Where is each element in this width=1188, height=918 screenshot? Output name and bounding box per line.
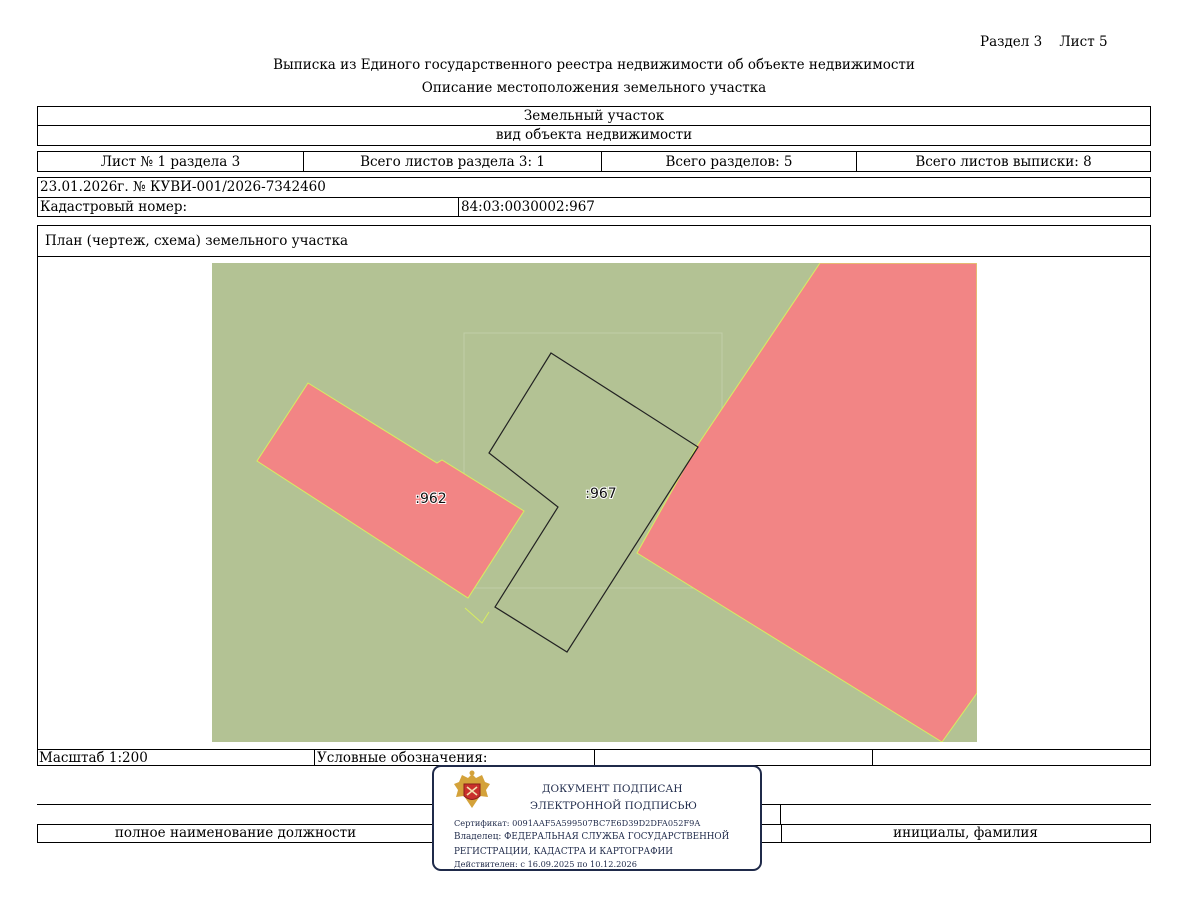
legend-symbols-label: Условные обозначения: [317,750,488,766]
stamp-valid: Действителен: с 16.09.2025 по 10.12.2026 [454,859,637,869]
stamp-line-2: ЭЛЕКТРОННОЙ ПОДПИСЬЮ [530,800,697,812]
signature-line-left [37,804,432,805]
record-divider [38,197,1150,198]
sheets-in-section: Всего листов раздела 3: 1 [304,152,602,171]
electronic-signature-stamp: ДОКУМЕНТ ПОДПИСАН ЭЛЕКТРОННОЙ ПОДПИСЬЮ С… [432,765,762,871]
legend-divider-2 [594,749,595,765]
object-type-divider [38,125,1150,126]
legend-divider-3 [872,749,873,765]
vertical-line-right [780,804,781,824]
object-type-box: Земельный участок вид объекта недвижимос… [37,106,1151,146]
sheet-number: Лист № 1 раздела 3 [38,152,304,171]
stamp-owner-1: Владелец: ФЕДЕРАЛЬНАЯ СЛУЖБА ГОСУДАРСТВЕ… [454,832,730,842]
document-subtitle: Описание местоположения земельного участ… [421,80,767,96]
cadastral-map: :962 :967 [212,263,977,742]
plan-title-divider [38,256,1150,257]
object-type: Земельный участок [523,108,665,124]
legend-divider-1 [314,749,315,765]
name-caption: инициалы, фамилия [893,825,1038,841]
cadastral-number: 84:03:0030002:967 [461,199,595,215]
sheet-info-row: Лист № 1 раздела 3 Всего листов раздела … [37,151,1151,172]
stamp-line-1: ДОКУМЕНТ ПОДПИСАН [542,783,683,795]
emblem-icon [454,770,490,808]
label-967: :967 [585,486,616,502]
position-caption: полное наименование должности [114,825,357,841]
record-box: 23.01.2026г. № КУВИ-001/2026-7342460 Кад… [37,177,1151,217]
scale-label: Масштаб 1:200 [39,750,148,766]
sections-total: Всего разделов: 5 [602,152,857,171]
stamp-owner-2: РЕГИСТРАЦИИ, КАДАСТРА И КАРТОГРАФИИ [454,847,673,857]
cadastral-divider [458,197,459,216]
document-title: Выписка из Единого государственного реес… [273,57,915,73]
sheets-total: Всего листов выписки: 8 [915,153,1092,170]
signature-line-right [762,804,1151,805]
stamp-certificate: Сертификат: 0091AAF5A599507BC7E6D39D2DFA… [454,818,701,828]
object-type-caption: вид объекта недвижимости [495,127,693,143]
cadastral-label: Кадастровый номер: [40,199,188,215]
record-date-number: 23.01.2026г. № КУВИ-001/2026-7342460 [40,179,326,195]
label-962: :962 [415,491,446,507]
section-sheet-label: Раздел 3 Лист 5 [980,34,1108,50]
plan-title: План (чертеж, схема) земельного участка [45,233,349,249]
